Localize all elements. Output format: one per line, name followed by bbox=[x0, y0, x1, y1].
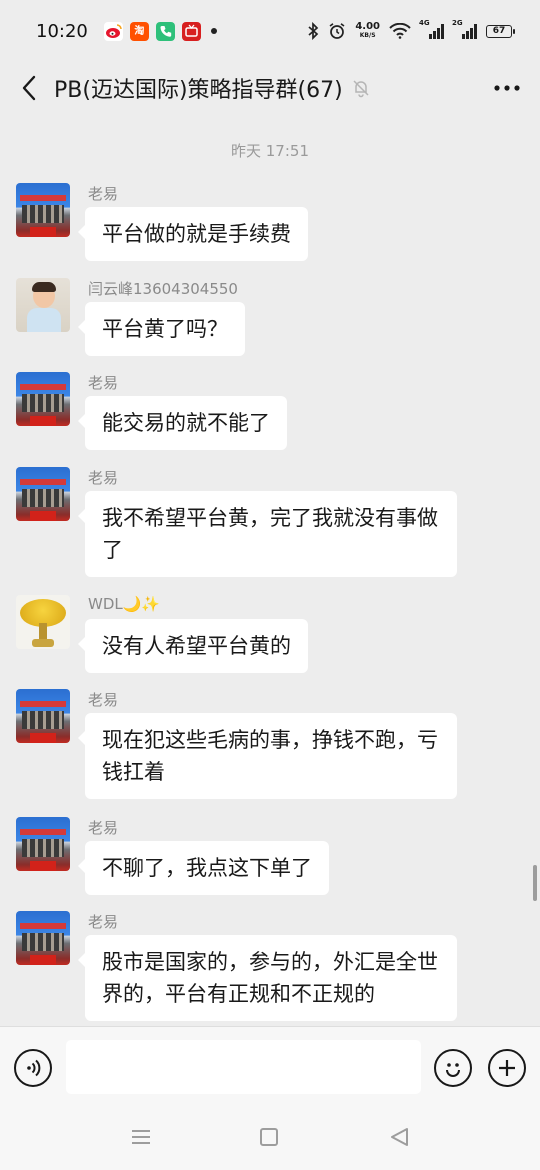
status-bar: 10:20 淘 4.00 KB/S 4G 2G 67 bbox=[0, 0, 540, 62]
message-item: 老易 不聊了，我点这下单了 bbox=[16, 817, 476, 895]
mute-bell-icon bbox=[353, 80, 369, 98]
notification-icons: 淘 bbox=[103, 21, 217, 41]
wifi-icon bbox=[389, 23, 411, 39]
bluetooth-icon bbox=[308, 22, 319, 40]
tv-icon bbox=[181, 21, 201, 41]
message-item: 老易 能交易的就不能了 bbox=[16, 372, 476, 450]
message-bubble[interactable]: 股市是国家的，参与的，外汇是全世界的，平台有正规和不正规的 bbox=[78, 935, 457, 1021]
emoji-icon bbox=[446, 1063, 460, 1077]
home-icon[interactable] bbox=[260, 1128, 278, 1146]
alarm-icon bbox=[329, 23, 345, 39]
avatar[interactable] bbox=[16, 911, 70, 965]
plus-icon bbox=[499, 1060, 515, 1076]
message-input[interactable] bbox=[66, 1040, 421, 1094]
message-bubble[interactable]: 不聊了，我点这下单了 bbox=[78, 841, 329, 895]
taobao-icon: 淘 bbox=[129, 21, 149, 41]
message-item: 老易 现在犯这些毛病的事，挣钱不跑，亏钱扛着 bbox=[16, 689, 476, 799]
back-icon[interactable] bbox=[14, 73, 44, 103]
message-bubble[interactable]: 现在犯这些毛病的事，挣钱不跑，亏钱扛着 bbox=[78, 713, 457, 799]
sender-name: 老易 bbox=[88, 819, 119, 837]
system-nav-bar bbox=[0, 1108, 540, 1170]
message-item: WDL🌙✨ 没有人希望平台黄的 bbox=[16, 595, 476, 673]
network-speed: 4.00 KB/S bbox=[355, 21, 380, 40]
sim2-signal-icon: 2G bbox=[452, 19, 477, 39]
message-timestamp: 昨天 17:51 bbox=[231, 142, 309, 160]
chat-title: PB(迈达国际)策略指导群(67) bbox=[54, 78, 343, 103]
weibo-icon bbox=[103, 21, 123, 41]
sender-name: WDL🌙✨ bbox=[88, 595, 161, 613]
sender-name: 老易 bbox=[88, 469, 119, 487]
message-item: 老易 股市是国家的，参与的，外汇是全世界的，平台有正规和不正规的 bbox=[16, 911, 476, 1021]
status-time: 10:20 bbox=[36, 20, 88, 42]
avatar[interactable] bbox=[16, 689, 70, 743]
voice-icon bbox=[27, 1059, 41, 1077]
message-list[interactable]: 昨天 17:51 老易 平台做的就是手续费 闫云峰13604304550 平台黄… bbox=[0, 114, 540, 1026]
more-functions-button[interactable] bbox=[488, 1049, 526, 1087]
sender-name: 老易 bbox=[88, 913, 119, 931]
avatar[interactable] bbox=[16, 278, 70, 332]
scrollbar[interactable] bbox=[533, 865, 537, 901]
emoji-button[interactable] bbox=[434, 1049, 472, 1087]
message-bubble[interactable]: 我不希望平台黄，完了我就没有事做了 bbox=[78, 491, 457, 577]
sender-name: 老易 bbox=[88, 691, 119, 709]
more-notifications-dot bbox=[210, 28, 217, 34]
message-bubble[interactable]: 没有人希望平台黄的 bbox=[78, 619, 308, 673]
avatar[interactable] bbox=[16, 372, 70, 426]
more-options-icon[interactable] bbox=[492, 73, 522, 103]
battery-icon: 67 bbox=[486, 24, 515, 38]
phone-icon bbox=[155, 21, 175, 41]
avatar[interactable] bbox=[16, 595, 70, 649]
system-icons: 4.00 KB/S 4G 2G 67 bbox=[307, 19, 515, 40]
avatar[interactable] bbox=[16, 817, 70, 871]
message-item: 老易 我不希望平台黄，完了我就没有事做了 bbox=[16, 467, 476, 577]
input-bar bbox=[0, 1026, 540, 1108]
sender-name: 老易 bbox=[88, 374, 119, 392]
avatar[interactable] bbox=[16, 183, 70, 237]
message-item: 老易 平台做的就是手续费 bbox=[16, 183, 476, 261]
sender-name: 老易 bbox=[88, 185, 119, 203]
avatar[interactable] bbox=[16, 467, 70, 521]
chat-header: PB(迈达国际)策略指导群(67) bbox=[0, 62, 540, 114]
nav-back-icon[interactable] bbox=[388, 1126, 410, 1148]
sender-name: 闫云峰13604304550 bbox=[88, 280, 238, 298]
message-item: 闫云峰13604304550 平台黄了吗？ bbox=[16, 278, 476, 356]
sim1-signal-icon: 4G bbox=[419, 19, 444, 39]
message-bubble[interactable]: 能交易的就不能了 bbox=[78, 396, 287, 450]
message-bubble[interactable]: 平台黄了吗？ bbox=[78, 302, 245, 356]
recent-apps-icon[interactable] bbox=[131, 1128, 151, 1146]
voice-input-button[interactable] bbox=[14, 1049, 52, 1087]
message-bubble[interactable]: 平台做的就是手续费 bbox=[78, 207, 308, 261]
